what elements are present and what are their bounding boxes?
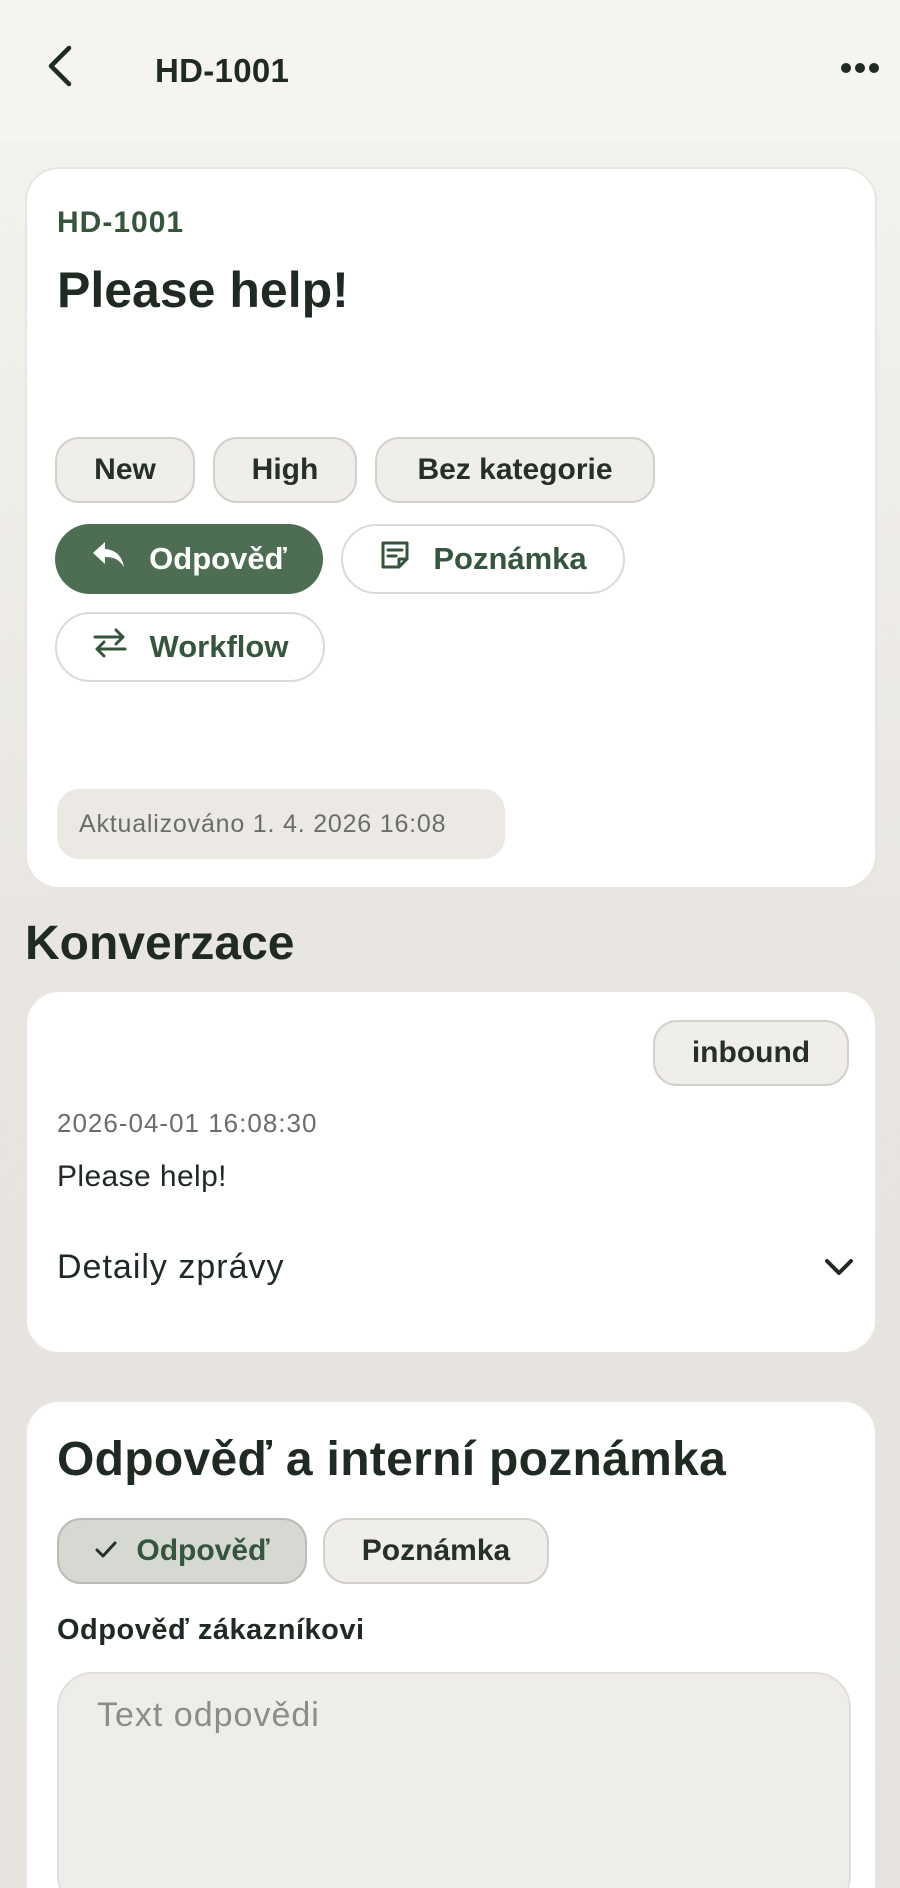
ticket-id: HD-1001 [57, 206, 185, 239]
message-card: inbound 2026-04-01 16:08:30 Please help!… [25, 990, 877, 1354]
note-icon [379, 539, 411, 579]
workflow-button[interactable]: Workflow [55, 612, 325, 682]
tab-reply[interactable]: Odpověď [57, 1518, 307, 1584]
note-button[interactable]: Poznámka [341, 524, 625, 594]
swap-arrows-icon [92, 628, 128, 666]
updated-badge: Aktualizováno 1. 4. 2026 16:08 [57, 789, 505, 859]
page-title: HD-1001 [155, 52, 290, 89]
category-chip[interactable]: Bez kategorie [375, 437, 655, 503]
check-icon [94, 1534, 118, 1568]
priority-chip[interactable]: High [213, 437, 357, 503]
conversation-heading: Konverzace [25, 917, 295, 970]
workflow-button-label: Workflow [149, 629, 289, 664]
status-chip[interactable]: New [55, 437, 195, 503]
more-button[interactable] [836, 48, 884, 92]
message-timestamp: 2026-04-01 16:08:30 [57, 1108, 318, 1138]
message-direction-badge: inbound [653, 1020, 849, 1086]
chevron-left-icon [45, 44, 75, 93]
note-button-label: Poznámka [433, 541, 587, 576]
more-horizontal-icon [840, 61, 880, 79]
ticket-title: Please help! [57, 262, 349, 318]
message-details-toggle[interactable]: Detaily zprávy [57, 1232, 867, 1302]
message-body: Please help! [57, 1160, 227, 1193]
reply-button-label: Odpověď [149, 541, 287, 576]
chevron-down-icon [811, 1239, 867, 1295]
top-bar: HD-1001 [0, 0, 900, 140]
tab-note[interactable]: Poznámka [323, 1518, 549, 1584]
reply-field-label: Odpověď zákazníkovi [57, 1614, 365, 1646]
message-details-label: Detaily zprávy [57, 1247, 285, 1286]
reply-form-title: Odpověď a interní poznámka [57, 1433, 727, 1486]
reply-form-card: Odpověď a interní poznámka Odpověď Pozná… [25, 1400, 877, 1888]
tab-reply-label: Odpověď [136, 1534, 270, 1567]
reply-textarea[interactable] [57, 1672, 851, 1888]
reply-icon [91, 540, 127, 578]
back-button[interactable] [36, 44, 84, 92]
ticket-card: HD-1001 Please help! New High Bez katego… [25, 167, 877, 889]
reply-button[interactable]: Odpověď [55, 524, 323, 594]
